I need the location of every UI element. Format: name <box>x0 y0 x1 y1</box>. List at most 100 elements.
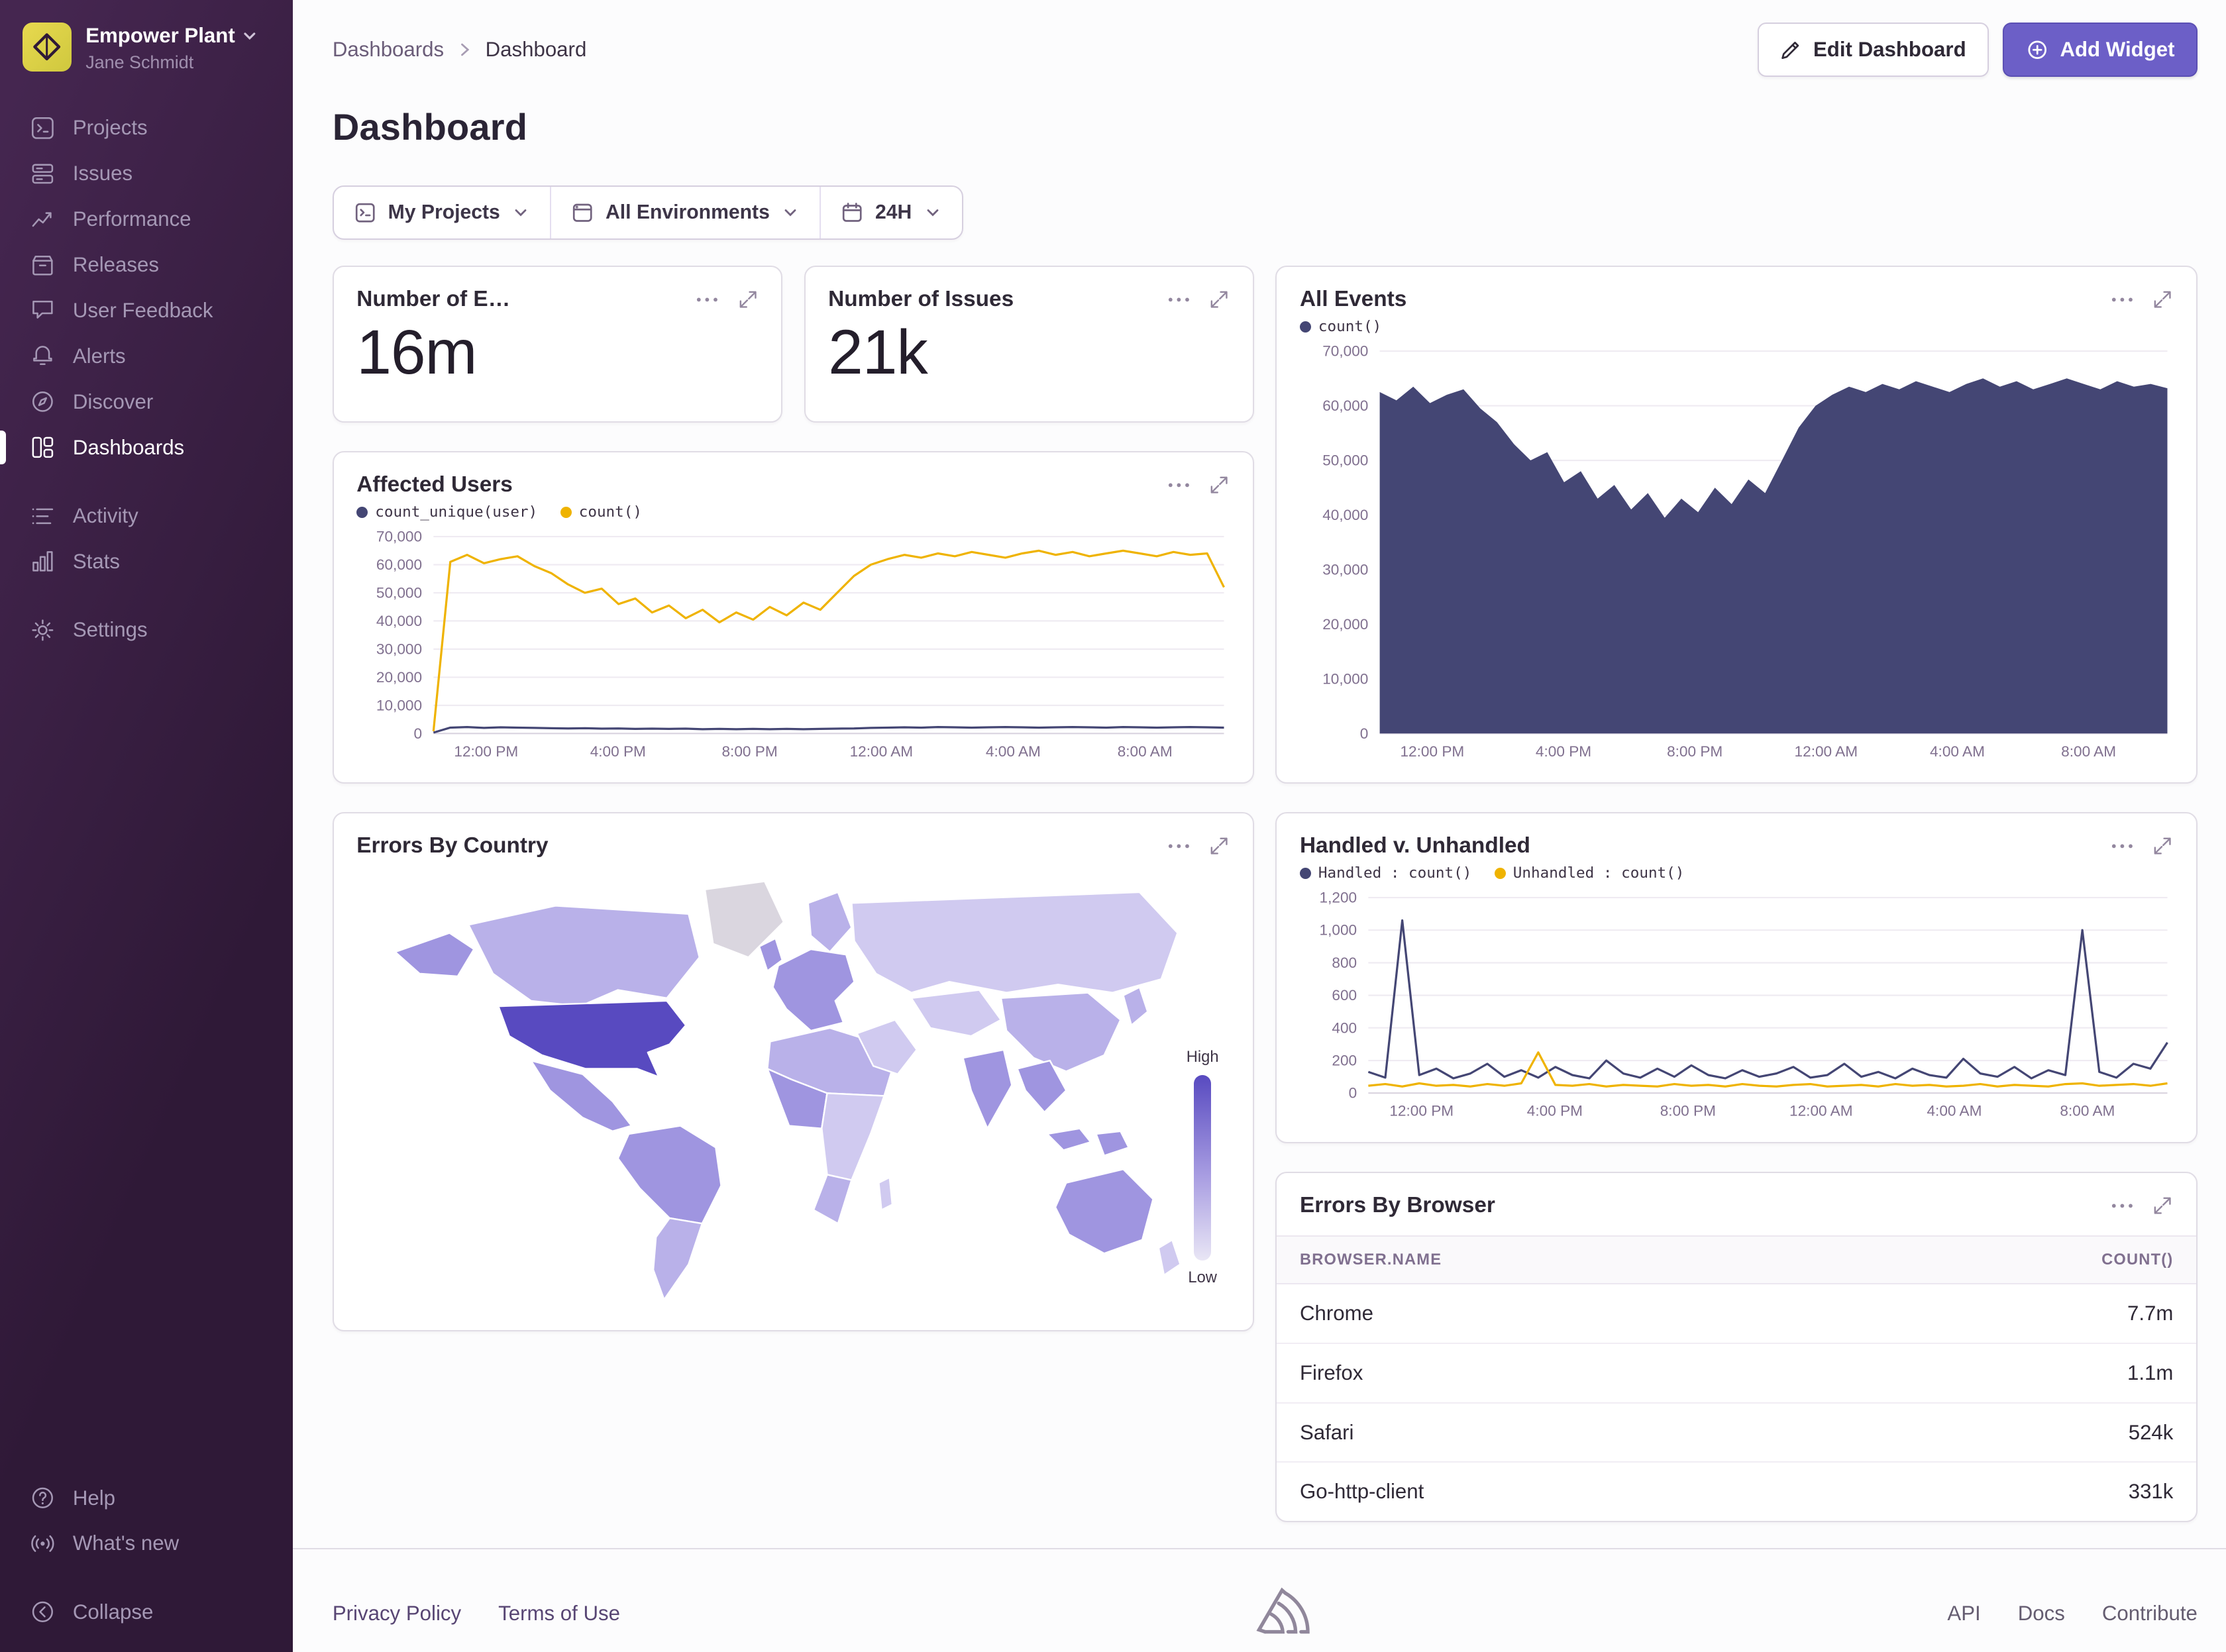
svg-text:1,200: 1,200 <box>1319 890 1357 906</box>
widget-menu-icon[interactable] <box>1166 833 1192 859</box>
svg-text:30,000: 30,000 <box>376 641 422 658</box>
chart-legend: Handled : count()Unhandled : count() <box>1300 864 2173 882</box>
widget-menu-icon[interactable] <box>2109 833 2135 859</box>
date-range-filter[interactable]: 24H <box>820 187 961 238</box>
table-body: Chrome7.7mFirefox1.1mSafari524kGo-http-c… <box>1277 1284 2196 1521</box>
edit-dashboard-button[interactable]: Edit Dashboard <box>1758 23 1989 77</box>
sidebar-item-collapse[interactable]: Collapse <box>0 1589 293 1635</box>
filter-bar: My Projects All Environments 24H <box>333 185 963 240</box>
performance-icon <box>30 207 56 232</box>
environments-filter[interactable]: All Environments <box>550 187 820 238</box>
svg-text:30,000: 30,000 <box>1322 561 1368 578</box>
org-name: Empower Plant <box>85 23 235 48</box>
svg-text:800: 800 <box>1332 955 1357 971</box>
sidebar-item-alerts[interactable]: Alerts <box>0 333 293 379</box>
browser-name: Firefox <box>1300 1361 1363 1385</box>
sidebar-item-label: Help <box>73 1486 115 1510</box>
browser-count: 524k <box>2129 1421 2174 1445</box>
widget-title: All Events <box>1300 287 1406 312</box>
country-central-asia <box>912 990 1001 1036</box>
sidebar-item-releases[interactable]: Releases <box>0 242 293 288</box>
breadcrumb-dashboards-link[interactable]: Dashboards <box>333 38 444 62</box>
footer-link-terms-of-use[interactable]: Terms of Use <box>498 1602 620 1626</box>
table-header-count: COUNT() <box>2101 1251 2173 1269</box>
country-australia <box>1055 1169 1153 1253</box>
footer-link-contribute[interactable]: Contribute <box>2102 1602 2198 1626</box>
breadcrumb-current: Dashboard <box>486 38 587 62</box>
user-feedback-icon <box>30 297 56 323</box>
svg-text:4:00 PM: 4:00 PM <box>1527 1103 1583 1119</box>
country-scandinavia <box>808 892 852 952</box>
world-map-container: High Low <box>356 868 1230 1316</box>
legend-item: count() <box>560 503 642 521</box>
svg-text:4:00 PM: 4:00 PM <box>590 743 646 760</box>
projects-filter[interactable]: My Projects <box>334 187 550 238</box>
sidebar-item-whats-new[interactable]: What's new <box>0 1521 293 1567</box>
svg-text:1,000: 1,000 <box>1319 922 1357 939</box>
country-central-africa <box>822 1093 884 1180</box>
widget-affected-users: Affected Users count_unique(user)count()… <box>333 451 1254 784</box>
widget-menu-icon[interactable] <box>1166 472 1192 498</box>
svg-text:8:00 AM: 8:00 AM <box>1118 743 1173 760</box>
widget-expand-icon[interactable] <box>2152 1195 2173 1216</box>
country-united-states <box>499 1001 686 1077</box>
country-alaska <box>396 933 474 976</box>
widget-title: Affected Users <box>356 472 513 497</box>
sidebar-item-projects[interactable]: Projects <box>0 105 293 151</box>
sidebar-item-label: Issues <box>73 162 132 185</box>
widget-expand-icon[interactable] <box>2152 289 2173 310</box>
sidebar-item-settings[interactable]: Settings <box>0 607 293 653</box>
sidebar-item-performance[interactable]: Performance <box>0 197 293 242</box>
sidebar-item-label: Stats <box>73 550 120 574</box>
sidebar-item-issues[interactable]: Issues <box>0 151 293 197</box>
sidebar-item-user-feedback[interactable]: User Feedback <box>0 287 293 333</box>
sidebar-item-help[interactable]: Help <box>0 1475 293 1521</box>
chevron-down-icon <box>781 203 800 222</box>
chevron-down-icon <box>242 28 258 44</box>
dashboards-icon <box>30 435 56 460</box>
sidebar-item-label: User Feedback <box>73 299 213 323</box>
svg-text:4:00 AM: 4:00 AM <box>1927 1103 1982 1119</box>
table-row: Safari524k <box>1277 1404 2196 1463</box>
org-switcher[interactable]: Empower Plant Jane Schmidt <box>0 0 293 97</box>
footer-link-api[interactable]: API <box>1947 1602 1980 1626</box>
stats-icon <box>30 548 56 574</box>
sidebar-item-label: Projects <box>73 116 148 140</box>
sidebar-item-activity[interactable]: Activity <box>0 493 293 539</box>
releases-icon <box>30 252 56 278</box>
widget-expand-icon[interactable] <box>1208 289 1230 310</box>
activity-icon <box>30 503 56 529</box>
table-row: Go-http-client331k <box>1277 1463 2196 1521</box>
legend-item: count() <box>1300 318 1381 335</box>
widget-expand-icon[interactable] <box>737 289 759 310</box>
table-row: Firefox 1.1m <box>1277 1344 2196 1404</box>
sidebar-item-label: Dashboards <box>73 436 184 460</box>
widget-menu-icon[interactable] <box>1166 287 1192 313</box>
sidebar-item-discover[interactable]: Discover <box>0 379 293 425</box>
footer-link-docs[interactable]: Docs <box>2018 1602 2065 1626</box>
footer-link-privacy-policy[interactable]: Privacy Policy <box>333 1602 461 1626</box>
browser-count: 1.1m <box>2127 1361 2173 1385</box>
breadcrumb: Dashboards Dashboard <box>333 38 587 62</box>
svg-text:70,000: 70,000 <box>1322 343 1368 360</box>
window-icon <box>571 201 594 224</box>
add-widget-button[interactable]: Add Widget <box>2003 23 2197 77</box>
widget-expand-icon[interactable] <box>2152 835 2173 856</box>
sidebar-item-dashboards[interactable]: Dashboards <box>0 425 293 470</box>
widget-menu-icon[interactable] <box>694 287 720 313</box>
sidebar-item-label: Discover <box>73 390 153 414</box>
sidebar-item-stats[interactable]: Stats <box>0 539 293 584</box>
country-western-europe <box>773 949 855 1031</box>
widget-title: Handled v. Unhandled <box>1300 833 1530 858</box>
widget-menu-icon[interactable] <box>2109 1193 2135 1219</box>
widget-expand-icon[interactable] <box>1208 835 1230 856</box>
calendar-icon <box>841 201 863 224</box>
browser-name: Chrome <box>1300 1302 1373 1325</box>
widget-menu-icon[interactable] <box>2109 287 2135 313</box>
widget-expand-icon[interactable] <box>1208 474 1230 495</box>
sidebar: Empower Plant Jane Schmidt Projects Issue… <box>0 0 293 1652</box>
svg-text:400: 400 <box>1332 1019 1357 1036</box>
collapse-icon <box>30 1599 56 1625</box>
country-canada <box>468 905 700 1006</box>
svg-text:12:00 PM: 12:00 PM <box>1389 1103 1454 1119</box>
